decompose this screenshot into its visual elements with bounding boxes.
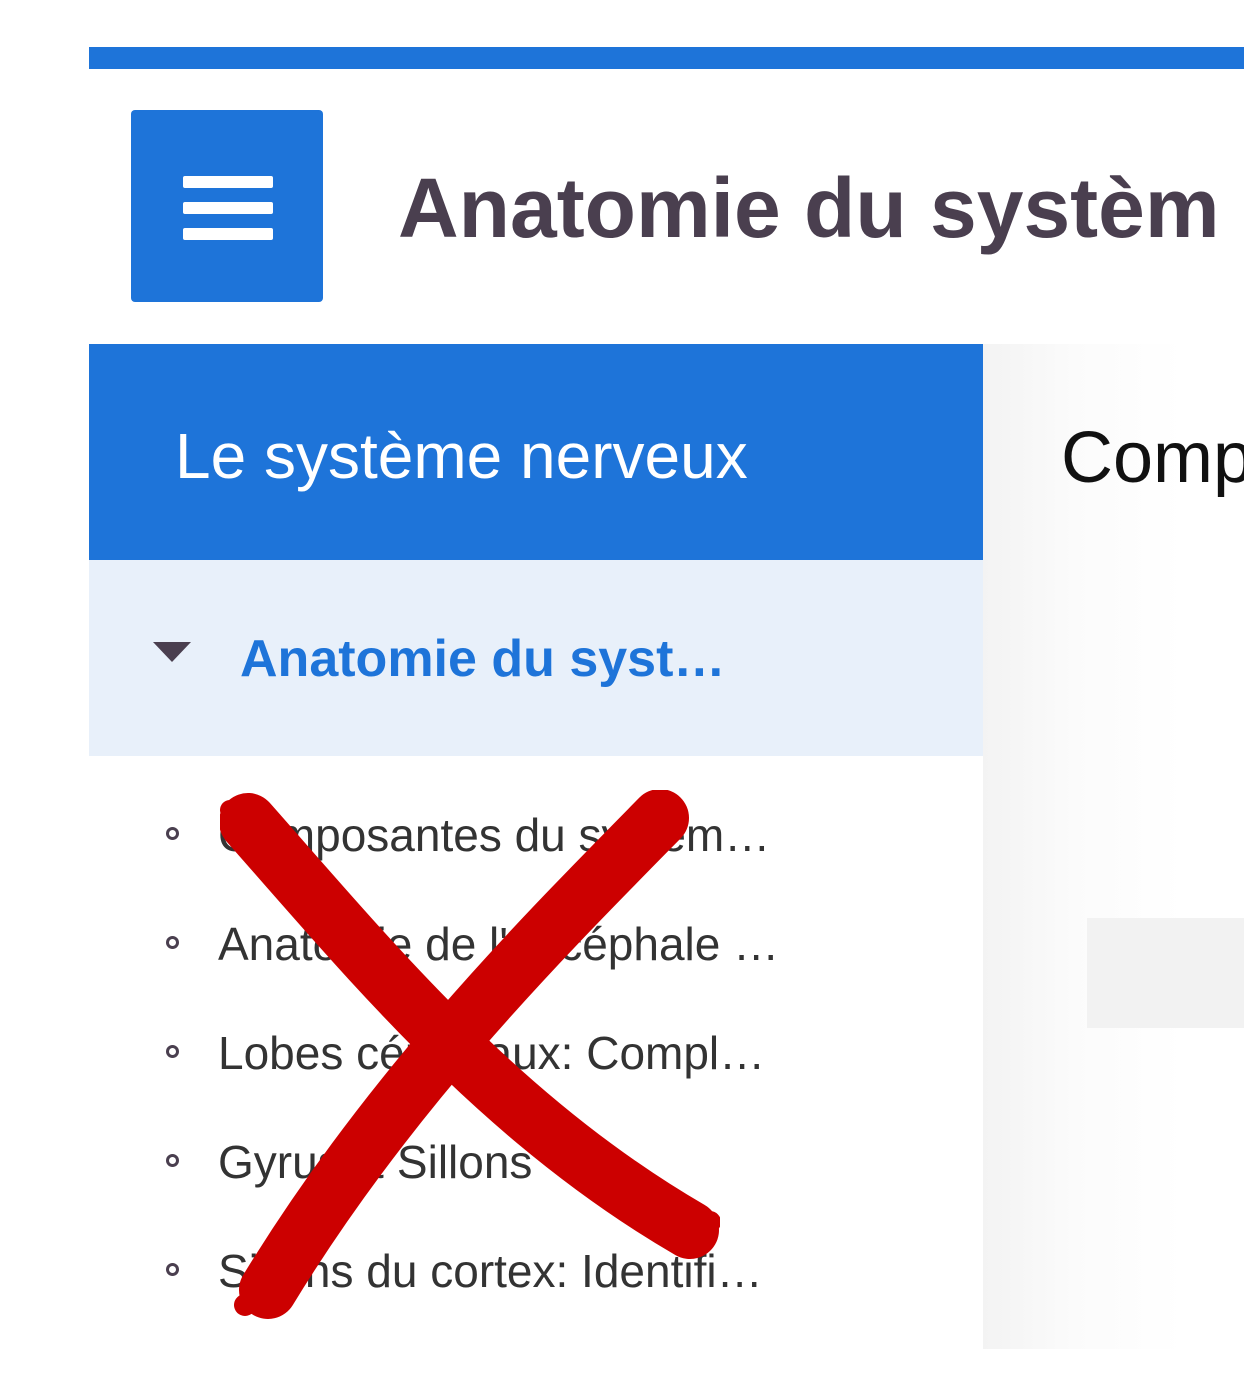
- circle-bullet-icon: [166, 936, 179, 949]
- circle-bullet-icon: [166, 1263, 179, 1276]
- sidebar-course-header[interactable]: Le système nerveux: [89, 344, 983, 560]
- circle-bullet-icon: [166, 1154, 179, 1167]
- circle-bullet-icon: [166, 1045, 179, 1058]
- top-accent-bar: [89, 47, 1244, 69]
- sidebar-item-lobes[interactable]: Lobes cérébraux: Compl…: [89, 1002, 983, 1111]
- sidebar: Le système nerveux Anatomie du syst… Com…: [89, 344, 983, 1349]
- sidebar-item-label: Composantes du systèm…: [218, 809, 771, 861]
- main-content: Comp: [983, 344, 1244, 1349]
- content-placeholder-block: [1087, 918, 1244, 1028]
- sidebar-item-gyrus[interactable]: Gyrus & Sillons: [89, 1111, 983, 1220]
- menu-button[interactable]: [131, 110, 323, 302]
- sidebar-item-encephale[interactable]: Anatomie de l'encéphale …: [89, 893, 983, 1002]
- page-title: Anatomie du systèm: [398, 161, 1220, 255]
- sidebar-section-anatomie[interactable]: Anatomie du syst…: [89, 560, 983, 756]
- sidebar-section-label: Anatomie du syst…: [240, 630, 726, 688]
- sidebar-sub-list: Composantes du systèm… Anatomie de l'enc…: [89, 784, 983, 1329]
- sidebar-item-label: Sillons du cortex: Identifi…: [218, 1245, 763, 1297]
- circle-bullet-icon: [166, 827, 179, 840]
- course-title: Le système nerveux: [175, 420, 748, 492]
- sidebar-item-label: Gyrus & Sillons: [218, 1136, 533, 1188]
- sidebar-item-label: Lobes cérébraux: Compl…: [218, 1027, 766, 1079]
- sidebar-item-sillons[interactable]: Sillons du cortex: Identifi…: [89, 1220, 983, 1329]
- sidebar-item-composantes[interactable]: Composantes du systèm…: [89, 784, 983, 893]
- sidebar-item-label: Anatomie de l'encéphale …: [218, 918, 780, 970]
- content-heading: Comp: [1061, 418, 1244, 498]
- caret-down-icon: [153, 642, 191, 662]
